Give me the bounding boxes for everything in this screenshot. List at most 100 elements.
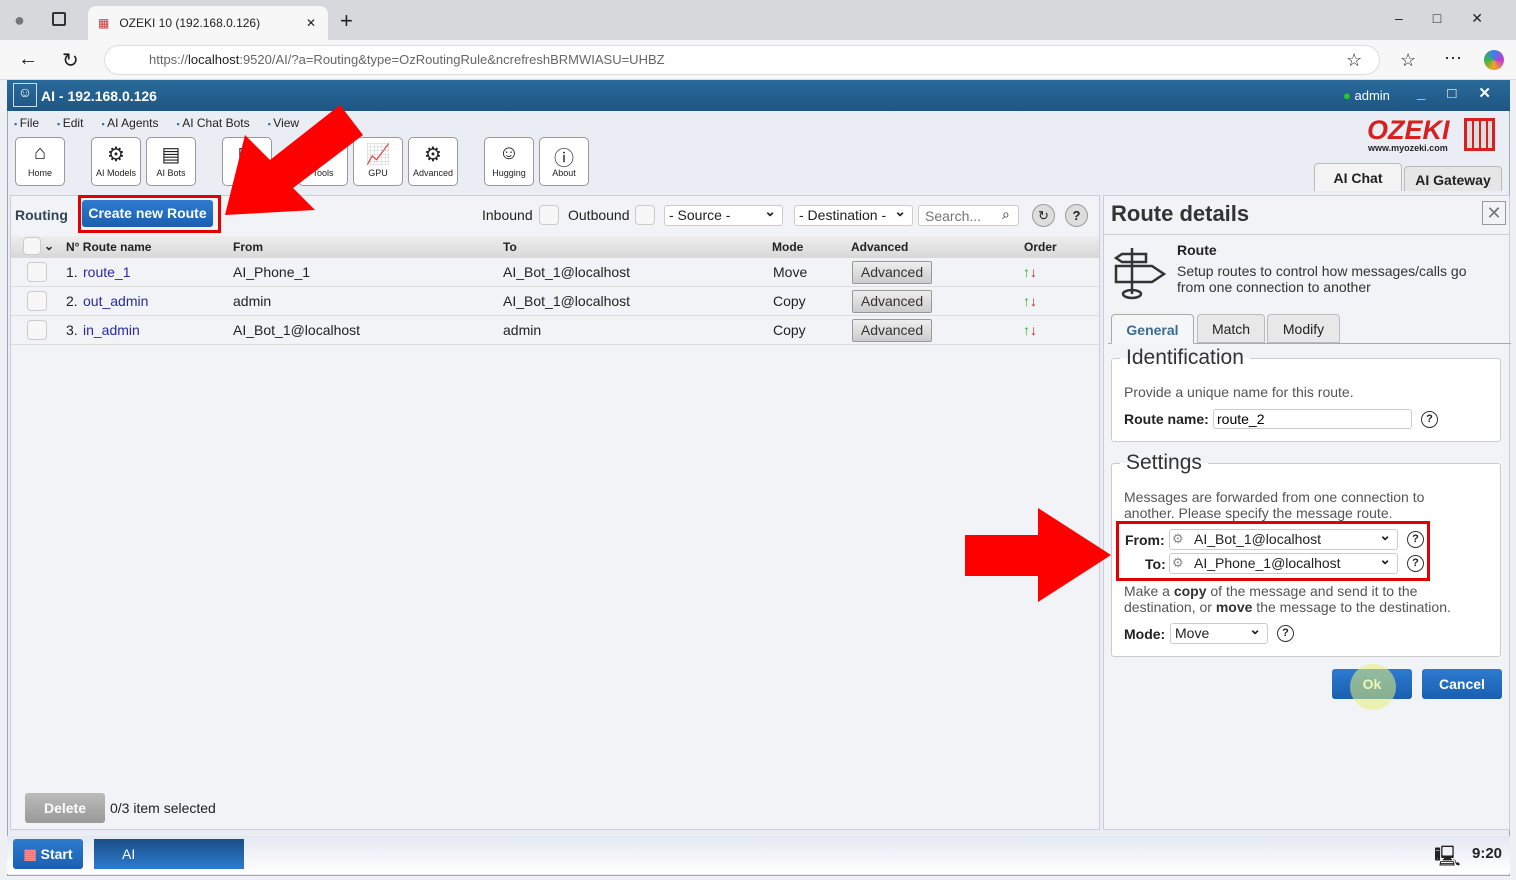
- divider: [1104, 234, 1509, 235]
- row-to: AI_Bot_1@localhost: [503, 264, 631, 280]
- table-row[interactable]: 3. in_admin AI_Bot_1@localhost admin Cop…: [11, 316, 1099, 345]
- ozeki-logo-icon: [1464, 118, 1495, 151]
- table-row[interactable]: 1. route_1 AI_Phone_1 AI_Bot_1@localhost…: [11, 258, 1099, 287]
- toolbar-hugging[interactable]: ☺ Hugging: [484, 137, 534, 186]
- user-status[interactable]: ● admin: [1343, 88, 1390, 103]
- move-down-icon[interactable]: ↓: [1030, 264, 1037, 280]
- toolbar-ai-models[interactable]: ⚙ AI Models: [91, 137, 141, 186]
- move-up-icon[interactable]: ↑: [1023, 293, 1030, 309]
- reload-icon[interactable]: ↻: [62, 48, 79, 73]
- settings-hint: Messages are forwarded from one connecti…: [1124, 489, 1425, 521]
- favorites-icon[interactable]: ☆: [1400, 50, 1416, 71]
- outbound-label: Outbound: [568, 207, 630, 223]
- url-field[interactable]: https://localhost:9520/AI/?a=Routing&typ…: [104, 45, 1380, 75]
- advanced-button[interactable]: Advanced: [852, 290, 932, 313]
- app-icon: ☺: [13, 83, 37, 107]
- toolbar-about[interactable]: ⓘ About: [539, 137, 589, 186]
- header-to[interactable]: To: [503, 240, 517, 254]
- clock: 9:20: [1472, 845, 1503, 862]
- route-name-input[interactable]: [1213, 409, 1412, 429]
- mode-label: Mode:: [1124, 626, 1166, 642]
- header-from[interactable]: From: [233, 240, 263, 254]
- tab-modify[interactable]: Modify: [1267, 314, 1340, 343]
- online-dot-icon: ●: [1343, 88, 1351, 103]
- back-icon[interactable]: ←: [18, 48, 38, 71]
- mode-hint: Make a copy of the message and send it t…: [1124, 583, 1451, 615]
- menu-ai-agents[interactable]: AI Agents: [101, 116, 158, 130]
- row-to: AI_Bot_1@localhost: [503, 293, 631, 309]
- toolbar-advanced[interactable]: ⚙ Advanced: [408, 137, 458, 186]
- tab-general[interactable]: General: [1111, 314, 1194, 344]
- route-name-link[interactable]: in_admin: [83, 322, 140, 338]
- home-icon: ⌂: [33, 142, 47, 164]
- start-button[interactable]: ▦ Start: [13, 839, 83, 869]
- hugging-face-icon: ☺: [498, 142, 520, 164]
- details-title: Route details: [1111, 201, 1250, 226]
- refresh-icon[interactable]: ↻: [1032, 204, 1055, 227]
- signpost-icon: [1114, 248, 1167, 300]
- route-name-help-icon[interactable]: ?: [1421, 411, 1438, 428]
- advanced-button[interactable]: Advanced: [852, 319, 932, 342]
- tab-ai-gateway[interactable]: AI Gateway: [1404, 166, 1502, 191]
- monitor-icon[interactable]: 🖳: [1434, 842, 1461, 876]
- header-mode[interactable]: Mode: [772, 240, 803, 254]
- row-checkbox[interactable]: [27, 320, 47, 340]
- window-controls[interactable]: –□✕: [1395, 10, 1513, 27]
- profile-icon[interactable]: ●: [14, 10, 25, 31]
- inbound-checkbox[interactable]: [539, 205, 559, 225]
- row-from: AI_Bot_1@localhost: [233, 322, 361, 338]
- toolbar-home[interactable]: ⌂ Home: [15, 137, 65, 186]
- source-select[interactable]: - Source -: [664, 202, 783, 226]
- outbound-checkbox[interactable]: [635, 205, 655, 225]
- search-icon[interactable]: ⌕: [1002, 206, 1010, 223]
- select-all-checkbox[interactable]: [23, 237, 41, 255]
- menu-edit[interactable]: Edit: [57, 116, 83, 130]
- move-up-icon[interactable]: ↑: [1023, 264, 1030, 280]
- row-mode: Copy: [773, 322, 806, 338]
- taskbar-app-ai[interactable]: AI: [94, 839, 244, 869]
- mode-help-icon[interactable]: ?: [1277, 625, 1294, 642]
- row-checkbox[interactable]: [27, 262, 47, 282]
- row-checkbox[interactable]: [27, 291, 47, 311]
- more-icon[interactable]: ⋯: [1444, 48, 1462, 69]
- toolbar-ai-bots[interactable]: ▤ AI Bots: [146, 137, 196, 186]
- delete-button[interactable]: Delete: [25, 793, 105, 823]
- info-icon: ⓘ: [554, 148, 574, 170]
- tab-title: OZEKI 10 (192.168.0.126): [119, 16, 261, 30]
- advanced-button[interactable]: Advanced: [852, 261, 932, 284]
- identification-hint: Provide a unique name for this route.: [1124, 384, 1354, 400]
- identification-heading: Identification: [1126, 346, 1244, 369]
- ai-bots-icon: ▤: [161, 144, 181, 166]
- start-icon: ▦: [23, 846, 37, 862]
- favorite-star-icon[interactable]: ☆: [1346, 50, 1362, 71]
- ai-models-icon: ⚙: [107, 144, 125, 166]
- select-menu-chevron-icon[interactable]: ⌄: [44, 239, 54, 253]
- ozeki-logo: OZEKI: [1367, 115, 1450, 145]
- route-name-link[interactable]: out_admin: [83, 293, 148, 309]
- cancel-button[interactable]: Cancel: [1422, 669, 1502, 699]
- app-title: AI - 192.168.0.126: [41, 88, 157, 104]
- browser-tab[interactable]: ▦ OZEKI 10 (192.168.0.126) ✕: [88, 6, 328, 40]
- mode-select[interactable]: Move: [1170, 620, 1268, 644]
- copilot-icon[interactable]: [1484, 50, 1504, 70]
- tab-actions-icon[interactable]: [52, 12, 66, 26]
- move-down-icon[interactable]: ↓: [1030, 293, 1037, 309]
- route-name-link[interactable]: route_1: [83, 264, 130, 280]
- destination-select[interactable]: - Destination -: [794, 202, 913, 226]
- help-icon[interactable]: ?: [1065, 204, 1088, 227]
- row-to: admin: [503, 322, 542, 338]
- table-row[interactable]: 2. out_admin admin AI_Bot_1@localhost Co…: [11, 287, 1099, 316]
- close-tab-icon[interactable]: ✕: [306, 16, 316, 30]
- route-description: Setup routes to control how messages/cal…: [1177, 263, 1467, 295]
- tab-match[interactable]: Match: [1197, 314, 1265, 343]
- red-arrow-icon: [225, 105, 363, 215]
- tab-ai-chat[interactable]: AI Chat: [1314, 163, 1402, 191]
- menu-file[interactable]: File: [14, 116, 39, 130]
- app-window-controls[interactable]: _□✕: [1417, 84, 1513, 102]
- move-up-icon[interactable]: ↑: [1023, 322, 1030, 338]
- new-tab-icon[interactable]: +: [340, 8, 353, 34]
- close-details-icon[interactable]: ✕: [1482, 201, 1506, 225]
- header-route-name[interactable]: N° Route name: [66, 240, 151, 254]
- row-mode: Copy: [773, 293, 806, 309]
- move-down-icon[interactable]: ↓: [1030, 322, 1037, 338]
